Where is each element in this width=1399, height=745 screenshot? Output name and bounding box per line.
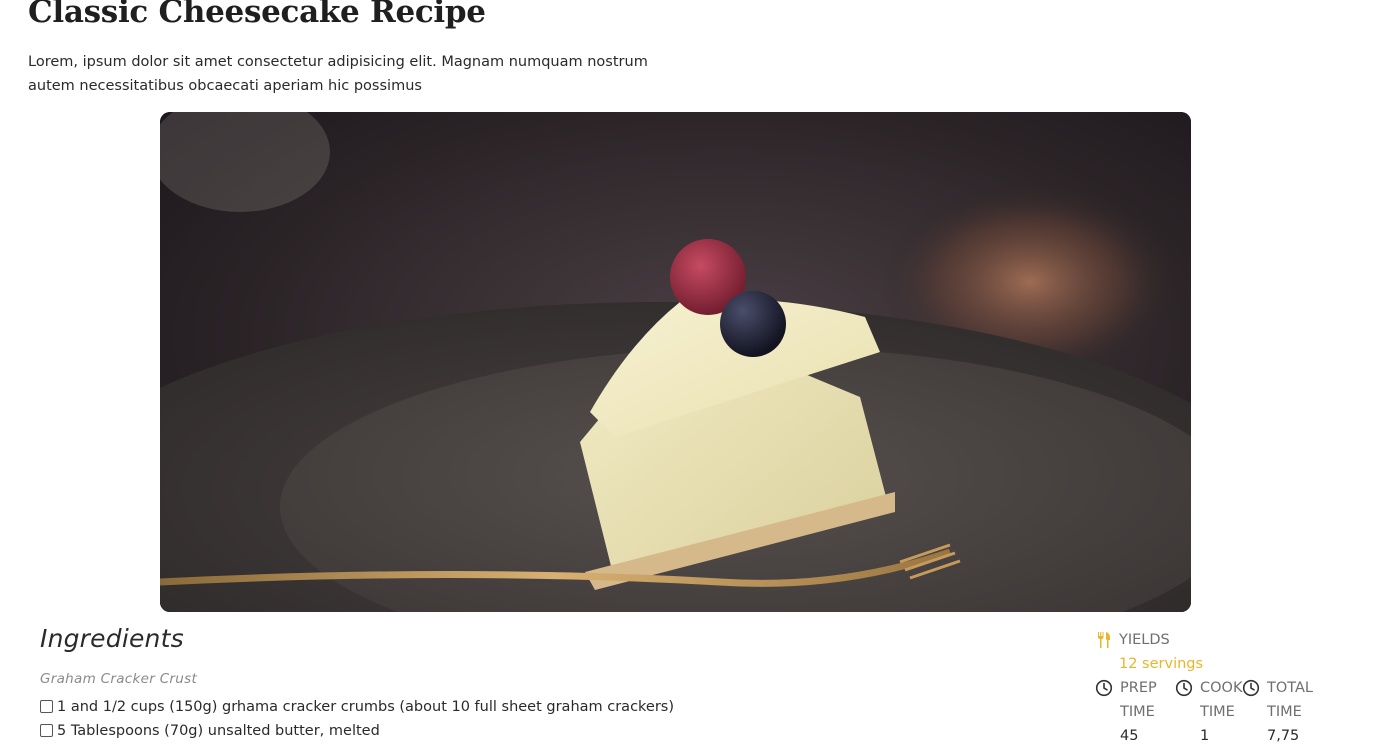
yields-label: YIELDS xyxy=(1119,632,1170,648)
prep-label: PREP xyxy=(1120,680,1157,696)
ingredient-item: 1 and 1/2 cups (150g) grhama cracker cru… xyxy=(40,695,674,719)
hero-image xyxy=(160,112,1191,612)
yields-row: YIELDS xyxy=(1095,628,1365,652)
ingredient-checkbox[interactable] xyxy=(40,723,53,737)
total-value: 7,75 xyxy=(1267,728,1300,744)
cook-time: COOK TIME 1 xyxy=(1175,676,1242,745)
recipe-meta: YIELDS 12 servings PREP TIME 45 COOK TIM… xyxy=(1095,628,1365,744)
prep-label-suffix: TIME xyxy=(1120,704,1155,720)
cook-value: 1 xyxy=(1200,728,1210,744)
ingredient-checkbox[interactable] xyxy=(40,699,53,713)
prep-time: PREP TIME 45 xyxy=(1095,676,1157,745)
cook-label-suffix: TIME xyxy=(1200,704,1235,720)
clock-icon xyxy=(1242,679,1260,697)
clock-icon xyxy=(1095,679,1113,697)
ingredient-list: 1 and 1/2 cups (150g) grhama cracker cru… xyxy=(40,695,674,743)
total-time: TOTAL TIME 7,75 xyxy=(1242,676,1313,745)
utensils-icon xyxy=(1095,631,1113,649)
recipe-page: Classic Cheesecake Recipe Lorem, ipsum d… xyxy=(0,0,1399,745)
cook-label: COOK xyxy=(1200,680,1243,696)
yields-value: 12 servings xyxy=(1119,656,1204,672)
page-title: Classic Cheesecake Recipe xyxy=(28,0,486,30)
total-label: TOTAL xyxy=(1267,680,1313,696)
ingredient-group-label: Graham Cracker Crust xyxy=(40,671,198,687)
recipe-intro: Lorem, ipsum dolor sit amet consectetur … xyxy=(28,54,648,94)
ingredients-heading: Ingredients xyxy=(40,624,184,653)
clock-icon xyxy=(1175,679,1193,697)
cheesecake-photo xyxy=(160,112,1191,612)
prep-value: 45 xyxy=(1120,728,1139,744)
ingredient-item: 5 Tablespoons (70g) unsalted butter, mel… xyxy=(40,719,674,743)
ingredient-text: 1 and 1/2 cups (150g) grhama cracker cru… xyxy=(57,699,675,715)
total-label-suffix: TIME xyxy=(1267,704,1302,720)
ingredient-text: 5 Tablespoons (70g) unsalted butter, mel… xyxy=(57,723,380,739)
